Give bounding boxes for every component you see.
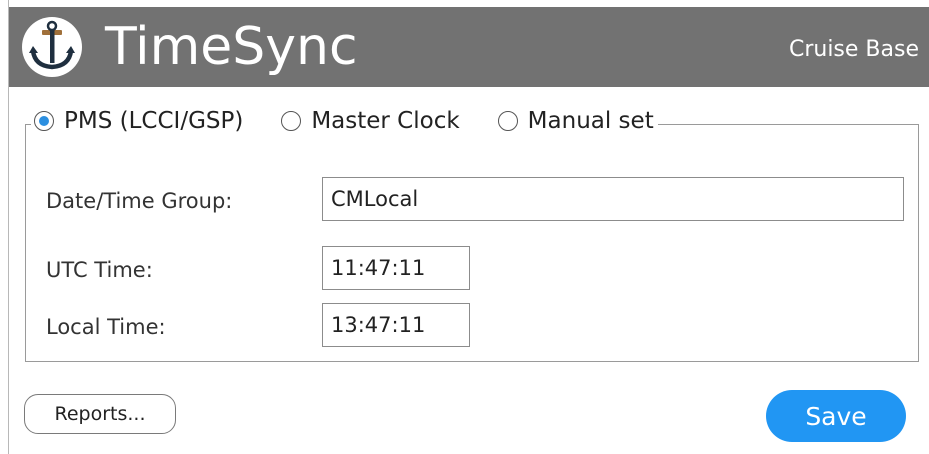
anchor-icon: [21, 16, 83, 78]
radio-label-master-clock: Master Clock: [311, 108, 460, 134]
app-title: TimeSync: [105, 17, 358, 77]
header-bar: TimeSync Cruise Base: [9, 7, 929, 87]
local-time-label: Local Time:: [46, 315, 166, 339]
radio-unselected-icon[interactable]: [281, 111, 302, 131]
timesync-window: TimeSync Cruise Base Date/Time Group: CM…: [0, 0, 929, 454]
utc-time-label: UTC Time:: [46, 258, 153, 282]
date-time-group-label: Date/Time Group:: [46, 189, 233, 213]
local-time-field[interactable]: 13:47:11: [322, 303, 470, 347]
base-label: Cruise Base: [788, 37, 919, 62]
save-button[interactable]: Save: [766, 390, 906, 442]
time-source-groupbox: Date/Time Group: CMLocal UTC Time: 11:47…: [25, 124, 919, 362]
time-source-radio-group: PMS (LCCI/GSP) Master Clock Manual set: [31, 101, 658, 141]
radio-selected-icon[interactable]: [34, 111, 54, 131]
date-time-group-field[interactable]: CMLocal: [322, 177, 904, 221]
reports-button[interactable]: Reports...: [24, 394, 176, 434]
radio-label-manual-set: Manual set: [527, 108, 654, 134]
radio-unselected-icon[interactable]: [497, 111, 518, 131]
radio-option-master-clock[interactable]: Master Clock: [281, 106, 460, 136]
utc-time-field[interactable]: 11:47:11: [322, 246, 470, 290]
radio-option-manual-set[interactable]: Manual set: [497, 106, 654, 136]
radio-label-pms: PMS (LCCI/GSP): [64, 108, 244, 134]
radio-option-pms[interactable]: PMS (LCCI/GSP): [34, 106, 243, 136]
